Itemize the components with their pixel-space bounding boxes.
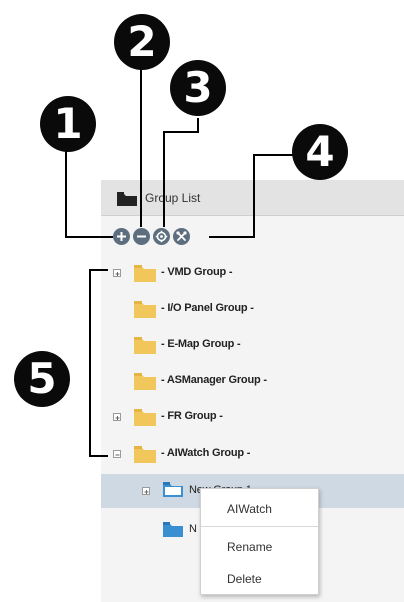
tree-item-fr-group[interactable]: - FR Group - xyxy=(101,406,404,430)
tree-item-asmanager-group[interactable]: - ASManager Group - xyxy=(101,370,404,394)
expand-icon[interactable] xyxy=(113,269,121,277)
folder-icon xyxy=(163,481,183,502)
menu-item-delete[interactable]: Delete xyxy=(201,567,318,591)
collapse-icon[interactable] xyxy=(113,450,121,458)
context-menu: AIWatch Rename Delete xyxy=(200,488,319,595)
folder-icon xyxy=(134,372,156,395)
tree-item-label: - VMD Group - xyxy=(161,266,233,278)
tree-item-label: - I/O Panel Group - xyxy=(161,302,254,314)
menu-separator xyxy=(201,526,318,527)
tree-item-io-panel-group[interactable]: - I/O Panel Group - xyxy=(101,298,404,322)
tree-item-emap-group[interactable]: - E-Map Group - xyxy=(101,334,404,358)
menu-item-rename[interactable]: Rename xyxy=(201,535,318,559)
menu-item-label: AIWatch xyxy=(227,502,272,516)
folder-icon xyxy=(134,264,156,287)
callout-2: 2 xyxy=(114,14,170,70)
tree-item-label: - ASManager Group - xyxy=(161,374,267,386)
callout-1: 1 xyxy=(40,96,96,152)
folder-icon xyxy=(134,300,156,323)
tree-item-vmd-group[interactable]: - VMD Group - xyxy=(101,262,404,286)
tree-item-label: - AIWatch Group - xyxy=(161,447,251,459)
folder-icon xyxy=(134,408,156,431)
tree-item-label: N xyxy=(189,523,197,535)
tree-item-label: - FR Group - xyxy=(161,410,223,422)
tree-item-label: - E-Map Group - xyxy=(161,338,241,350)
menu-item-label: Delete xyxy=(227,572,262,586)
folder-icon xyxy=(134,445,156,468)
tree-item-aiwatch-group[interactable]: - AIWatch Group - xyxy=(101,443,404,467)
expand-icon[interactable] xyxy=(113,413,121,421)
callout-3: 3 xyxy=(170,60,226,116)
menu-item-label: Rename xyxy=(227,540,273,554)
callout-5: 5 xyxy=(14,351,70,407)
folder-icon xyxy=(134,336,156,359)
folder-icon xyxy=(163,521,183,542)
expand-icon[interactable] xyxy=(142,487,150,495)
callout-4: 4 xyxy=(292,124,348,180)
menu-item-aiwatch[interactable]: AIWatch xyxy=(201,497,318,521)
